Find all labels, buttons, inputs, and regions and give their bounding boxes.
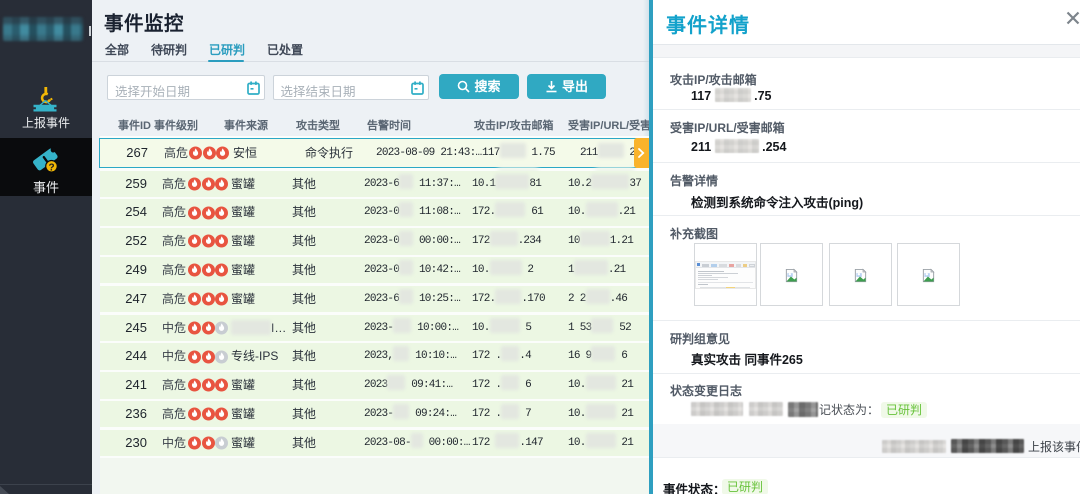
svg-text:?: ? xyxy=(48,163,54,174)
